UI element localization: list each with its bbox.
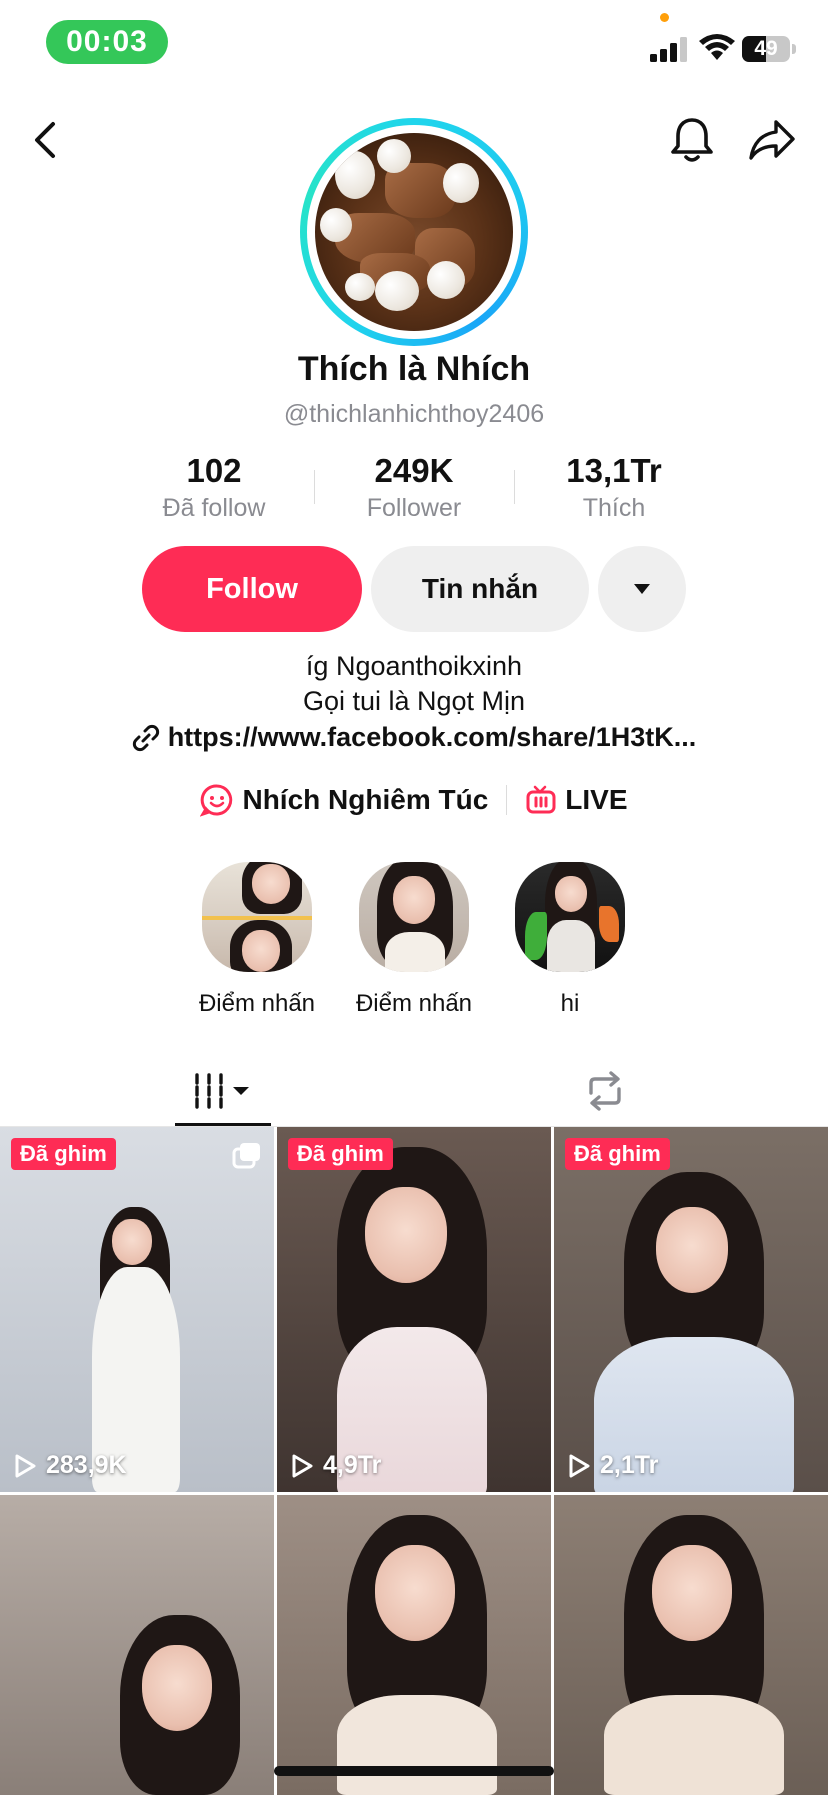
- chip-live-label: LIVE: [565, 784, 628, 815]
- cellular-signal-icon: [650, 37, 687, 62]
- profile-chips: Nhích Nghiêm Túc LIVE: [0, 783, 828, 817]
- highlight-item[interactable]: Điểm nhấn: [356, 862, 472, 1017]
- home-indicator[interactable]: [274, 1766, 554, 1776]
- privacy-indicator-dot: [660, 13, 669, 22]
- stat-likes-label: Thích: [582, 494, 646, 522]
- play-icon: [15, 1454, 36, 1477]
- multi-photo-icon: [232, 1143, 260, 1169]
- face-smile-icon: [200, 784, 233, 817]
- view-count-text: 4,9Tr: [323, 1451, 382, 1479]
- video-thumbnail[interactable]: [277, 1495, 551, 1795]
- avatar-story-ring[interactable]: [300, 118, 528, 346]
- highlight-label: hi: [560, 990, 580, 1017]
- battery-percent: 49: [754, 37, 778, 60]
- stat-followers-value: 249K: [374, 452, 454, 489]
- battery-icon: 49: [742, 36, 790, 62]
- highlight-item[interactable]: Điểm nhấn: [199, 862, 315, 1017]
- bio-link-text: https://www.facebook.com/share/1H3tK...: [167, 722, 697, 752]
- username: @thichlanhichthoy2406: [283, 400, 545, 428]
- stat-followers-label: Follower: [366, 494, 462, 522]
- wifi-icon: [699, 34, 735, 60]
- status-time: 00:03: [46, 20, 168, 64]
- bio-line: Gọi tui là Ngọt Mịn: [302, 686, 526, 716]
- stat-likes-value: 13,1Tr: [566, 452, 662, 489]
- view-count: 283,9K: [12, 1451, 127, 1480]
- notification-bell-button[interactable]: [664, 112, 720, 168]
- battery-tip: [792, 44, 796, 54]
- view-count: 4,9Tr: [289, 1451, 381, 1480]
- play-icon: [292, 1454, 313, 1477]
- message-button[interactable]: Tin nhắn: [371, 546, 589, 632]
- chip-community[interactable]: Nhích Nghiêm Túc: [200, 783, 488, 817]
- highlight-thumbnail: [202, 862, 312, 972]
- avatar: [315, 133, 513, 331]
- share-button[interactable]: [744, 112, 800, 168]
- stat-following[interactable]: 102 Đã follow: [114, 452, 314, 523]
- grid-bars-icon: [195, 1073, 249, 1109]
- repost-icon: [589, 1071, 621, 1111]
- stat-following-label: Đã follow: [162, 494, 266, 522]
- pinned-badge: Đã ghim: [565, 1138, 670, 1170]
- pinned-badge: Đã ghim: [288, 1138, 393, 1170]
- stat-likes[interactable]: 13,1Tr Thích: [514, 452, 714, 523]
- bio-link[interactable]: https://www.facebook.com/share/1H3tK...: [0, 722, 828, 753]
- back-button[interactable]: [18, 112, 74, 168]
- video-thumbnail[interactable]: Đã ghim 2,1Tr: [554, 1127, 828, 1492]
- link-icon: [132, 724, 159, 751]
- chip-community-label: Nhích Nghiêm Túc: [242, 784, 489, 815]
- more-options-button[interactable]: [598, 546, 686, 632]
- chip-divider: [506, 785, 508, 815]
- chip-live[interactable]: LIVE: [525, 784, 628, 816]
- follow-button[interactable]: Follow: [142, 546, 362, 632]
- highlight-thumbnail: [359, 862, 469, 972]
- caret-down-icon: [634, 584, 650, 594]
- display-name: Thích là Nhích: [297, 350, 531, 388]
- view-count-text: 2,1Tr: [600, 1451, 659, 1479]
- video-thumbnail[interactable]: [554, 1495, 828, 1795]
- bell-icon: [671, 118, 713, 162]
- view-count: 2,1Tr: [566, 1451, 658, 1480]
- highlight-thumbnail: [515, 862, 625, 972]
- video-thumbnail[interactable]: [0, 1495, 274, 1795]
- tv-icon: [526, 785, 556, 814]
- chevron-left-icon: [35, 122, 55, 158]
- video-thumbnail[interactable]: Đã ghim 283,9K: [0, 1127, 274, 1492]
- bio-line: íg Ngoanthoikxinh: [305, 651, 523, 681]
- view-count-text: 283,9K: [46, 1451, 127, 1479]
- stat-following-value: 102: [186, 452, 242, 489]
- tab-videos[interactable]: [175, 1056, 271, 1126]
- pinned-badge: Đã ghim: [11, 1138, 116, 1170]
- tab-reposts[interactable]: [557, 1056, 653, 1126]
- highlight-item[interactable]: hi: [514, 862, 626, 1017]
- play-icon: [569, 1454, 590, 1477]
- stat-followers[interactable]: 249K Follower: [314, 452, 514, 523]
- video-thumbnail[interactable]: Đã ghim 4,9Tr: [277, 1127, 551, 1492]
- share-arrow-icon: [749, 120, 795, 160]
